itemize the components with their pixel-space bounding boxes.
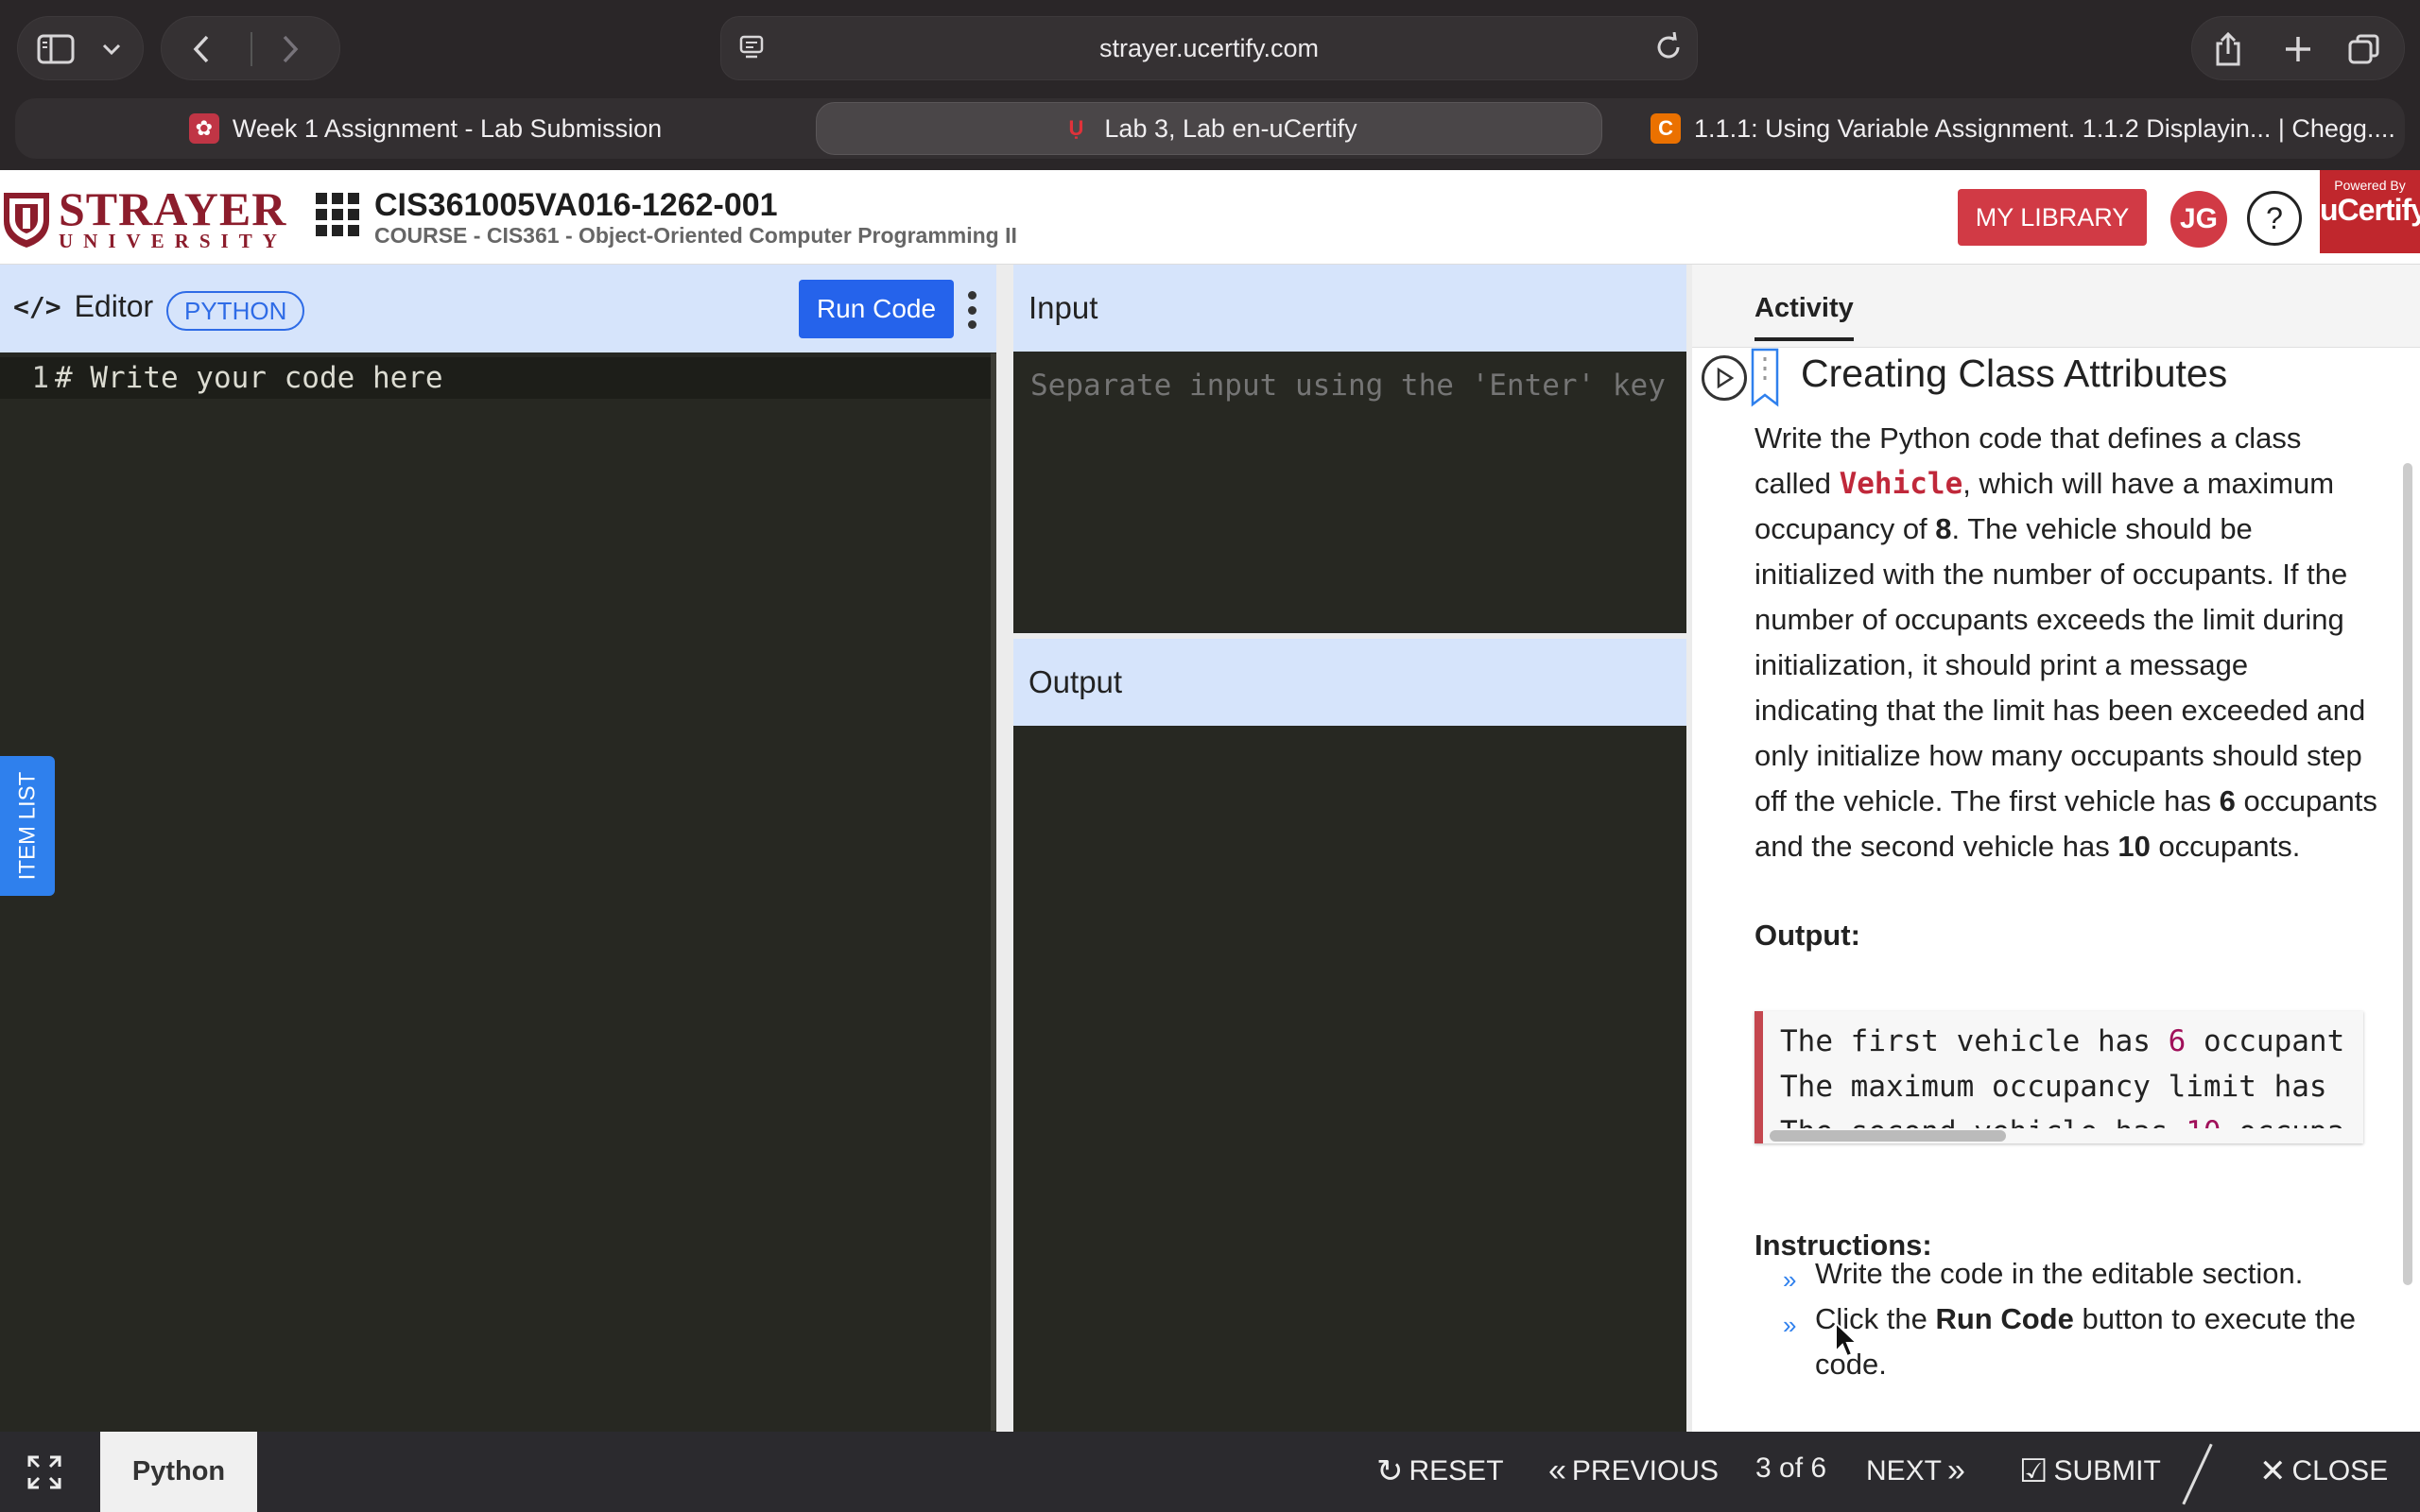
run-code-button[interactable]: Run Code: [799, 280, 954, 338]
my-library-button[interactable]: MY LIBRARY: [1958, 189, 2147, 246]
code-line[interactable]: 1 # Write your code here: [0, 357, 996, 399]
activity-description: Write the Python code that defines a cla…: [1754, 416, 2378, 869]
double-chevron-right-icon: »: [1947, 1452, 1965, 1488]
input-header: Input: [1013, 265, 1686, 352]
item-list-label: ITEM LIST: [14, 771, 40, 881]
new-tab-icon[interactable]: [2277, 28, 2319, 70]
language-badge: PYTHON: [166, 291, 305, 331]
max-occupancy-value: 8: [1935, 512, 1952, 545]
back-icon[interactable]: [181, 30, 222, 68]
powered-brand: uCertify: [2320, 193, 2420, 227]
tab-label: Week 1 Assignment - Lab Submission: [232, 113, 663, 143]
nav-separator: [251, 32, 252, 66]
ucertify-favicon-icon: Ụ: [1068, 116, 1084, 140]
activity-panel: Activity Creating Class Attributes Write…: [1692, 265, 2420, 1432]
tab-label: Lab 3, Lab en-uCertify: [1104, 113, 1357, 143]
second-count-value: 10: [2118, 830, 2151, 863]
apps-grid-icon[interactable]: [316, 193, 359, 236]
chevron-down-icon[interactable]: [97, 36, 126, 62]
tab-label: 1.1.1: Using Variable Assignment. 1.1.2 …: [1694, 113, 2395, 143]
double-chevron-right-icon: »: [1783, 1311, 1797, 1339]
tab-chegg[interactable]: C 1.1.1: Using Variable Assignment. 1.1.…: [1645, 102, 2401, 155]
activity-scrollbar[interactable]: [2403, 463, 2412, 1285]
powered-by-text: Powered By: [2334, 178, 2406, 193]
course-subtitle: COURSE - CIS361 - Object-Oriented Comput…: [374, 223, 1017, 248]
close-button[interactable]: ✕ CLOSE: [2259, 1452, 2388, 1490]
reload-icon[interactable]: [1653, 31, 1684, 69]
share-icon[interactable]: [2207, 28, 2249, 70]
history-nav-group: [161, 16, 340, 80]
checkbox-icon: ☑: [2019, 1453, 2048, 1489]
fullscreen-icon[interactable]: [26, 1454, 62, 1490]
powered-by-badge: Powered By uCertify: [2320, 170, 2420, 253]
panel-resize-handle[interactable]: [996, 265, 1013, 1432]
app-header: STRAYER UNIVERSITY CIS361005VA016-1262-0…: [0, 170, 2420, 265]
submit-button[interactable]: ☑ SUBMIT: [2019, 1452, 2161, 1490]
bottom-toolbar: Python ↻ RESET «PREVIOUS 3 of 6 NEXT» ☑ SU…: [0, 1432, 2420, 1512]
strayer-logo[interactable]: STRAYER UNIVERSITY: [0, 182, 287, 252]
reset-button[interactable]: ↻ RESET: [1376, 1452, 1504, 1490]
mouse-cursor-icon: [1835, 1321, 1858, 1358]
browser-chrome: strayer.ucertify.com ✿ Week 1 Assignment…: [0, 0, 2420, 170]
editor-header: </> Editor PYTHON Run Code: [0, 265, 996, 352]
instruction-item: » Write the code in the editable section…: [1783, 1251, 2388, 1297]
strayer-favicon-icon: ✿: [188, 113, 219, 144]
item-list-tab[interactable]: ITEM LIST: [0, 756, 55, 896]
reset-icon: ↻: [1376, 1453, 1404, 1489]
logo-name: STRAYER: [59, 182, 287, 235]
editor-title: </> Editor: [13, 289, 153, 324]
description-text: . The vehicle should be initialized with…: [1754, 512, 2366, 817]
previous-button[interactable]: «PREVIOUS: [1548, 1452, 1719, 1489]
expected-output-block[interactable]: The first vehicle has 6 occupant The max…: [1754, 1011, 2363, 1143]
activity-tab-bar: Activity: [1692, 265, 2420, 348]
page-indicator: 3 of 6: [1755, 1452, 1827, 1484]
output-heading: Output:: [1754, 919, 1860, 952]
tab-lab3-ucertify[interactable]: Ụ Lab 3, Lab en-uCertify: [816, 102, 1602, 155]
more-options-icon[interactable]: [966, 291, 977, 329]
double-chevron-left-icon: «: [1548, 1452, 1566, 1488]
bookmark-icon[interactable]: [1749, 348, 1781, 408]
site-settings-icon[interactable]: [738, 34, 765, 69]
code-editor-panel: </> Editor PYTHON Run Code 1 # Write you…: [0, 265, 996, 1432]
forward-icon[interactable]: [269, 30, 311, 68]
toolbar-separator: [2182, 1443, 2213, 1505]
code-text[interactable]: # Write your code here: [55, 361, 443, 395]
close-icon: ✕: [2259, 1453, 2287, 1489]
play-icon[interactable]: [1702, 355, 1747, 401]
line-number: 1: [31, 361, 49, 395]
first-count-value: 6: [2219, 784, 2236, 817]
url-bar[interactable]: strayer.ucertify.com: [720, 16, 1698, 80]
output-line: The first vehicle has 6 occupant: [1780, 1024, 2345, 1058]
sidebar-toggle-group[interactable]: [17, 16, 144, 80]
output-line: The maximum occupancy limit has: [1780, 1070, 2327, 1104]
editor-label: Editor: [74, 289, 154, 323]
output-horizontal-scrollbar[interactable]: [1770, 1130, 2006, 1142]
course-title: CIS361005VA016-1262-001: [374, 187, 778, 223]
next-button[interactable]: NEXT»: [1866, 1452, 1965, 1489]
code-icon: </>: [13, 291, 61, 322]
double-chevron-right-icon: »: [1783, 1265, 1797, 1294]
io-panel: Input Output: [1013, 265, 1686, 1432]
help-icon[interactable]: ?: [2247, 191, 2302, 246]
url-text: strayer.ucertify.com: [1098, 33, 1320, 62]
logo-sub: UNIVERSITY: [59, 230, 287, 252]
language-tab[interactable]: Python: [100, 1432, 257, 1512]
output-header: Output: [1013, 639, 1686, 726]
strayer-shield-icon: [4, 193, 49, 248]
tab-week1-assignment[interactable]: ✿ Week 1 Assignment - Lab Submission: [28, 102, 822, 155]
description-text: occupants.: [2150, 830, 2301, 863]
class-name-keyword: Vehicle: [1839, 467, 1963, 501]
tab-overview-icon[interactable]: [2343, 28, 2385, 70]
avatar[interactable]: JG: [2170, 191, 2227, 248]
output-area: [1013, 728, 1686, 1432]
window-actions-group: [2191, 16, 2405, 80]
activity-title: Creating Class Attributes: [1801, 352, 2228, 395]
input-textarea[interactable]: [1013, 353, 1686, 633]
sidebar-icon[interactable]: [35, 32, 77, 66]
tab-activity[interactable]: Activity: [1754, 293, 1854, 341]
instruction-item: » Click the Run Code button to execute t…: [1783, 1302, 2357, 1381]
chegg-favicon-icon: C: [1651, 113, 1682, 144]
